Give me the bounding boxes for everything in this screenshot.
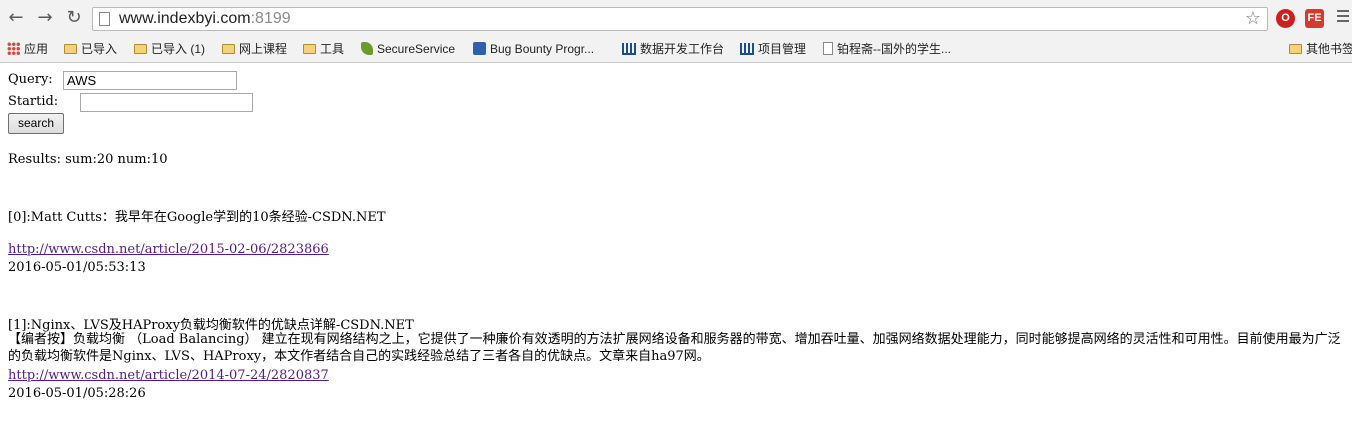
bookmark-label: 铂程斋--国外的学生...	[837, 42, 951, 56]
startid-input[interactable]	[80, 93, 253, 112]
bookmark-apps[interactable]: 应用	[7, 41, 48, 57]
results-summary: Results: sum:20 num:10	[8, 152, 168, 167]
opera-extension-icon[interactable]: O	[1276, 9, 1295, 28]
folder-icon	[64, 43, 77, 54]
bookmark-label: SecureService	[377, 42, 456, 56]
folder-icon	[303, 43, 316, 54]
result-time: 2016-05-01/05:28:26	[8, 386, 146, 401]
bookmark-bug-bounty[interactable]: Bug Bounty Progr...	[473, 41, 594, 57]
bookmark-label: 已导入	[81, 42, 118, 56]
search-button[interactable]: search	[8, 113, 64, 134]
query-label: Query:	[8, 72, 53, 87]
url-port: :8199	[250, 10, 291, 27]
bookmark-label: 数据开发工作台	[640, 42, 725, 56]
bookmark-label: 其他书签	[1306, 42, 1352, 56]
doc-icon	[823, 42, 833, 56]
bars-icon	[622, 42, 636, 55]
address-bar[interactable]: www.indexbyi.com:8199 ☆	[92, 7, 1268, 31]
browser-chrome: ← → ↻ www.indexbyi.com:8199 ☆ O FE 应用 已导…	[0, 0, 1352, 63]
back-arrow-icon[interactable]: ←	[5, 7, 27, 29]
bookmark-project-management[interactable]: 项目管理	[740, 41, 806, 57]
bookmark-label: 项目管理	[758, 42, 807, 56]
result-time: 2016-05-01/05:53:13	[8, 260, 146, 275]
bookmark-bochengzhai[interactable]: 铂程斋--国外的学生...	[823, 41, 951, 57]
leaf-icon	[361, 42, 373, 56]
bookmark-label: 应用	[24, 42, 49, 56]
bookmark-label: 网上课程	[239, 42, 288, 56]
bookmark-label: 工具	[320, 42, 345, 56]
bookmark-star-icon[interactable]: ☆	[1245, 8, 1261, 29]
result-link[interactable]: http://www.csdn.net/article/2015-02-06/2…	[8, 242, 329, 257]
menu-icon[interactable]	[1337, 10, 1349, 25]
reload-icon[interactable]: ↻	[63, 7, 85, 29]
bookmark-folder-imported-1[interactable]: 已导入 (1)	[134, 41, 205, 57]
bookmark-folder-tools[interactable]: 工具	[303, 41, 344, 57]
bookmark-label: Bug Bounty Progr...	[490, 42, 595, 56]
result-link[interactable]: http://www.csdn.net/article/2014-07-24/2…	[8, 368, 329, 383]
result-description: 【编者按】负载均衡 （Load Balancing） 建立在现有网络结构之上，它…	[8, 332, 1341, 364]
apps-grid-icon	[7, 42, 20, 56]
fe-extension-icon[interactable]: FE	[1305, 9, 1324, 28]
address-url[interactable]: www.indexbyi.com:8199	[119, 10, 291, 28]
folder-icon	[222, 43, 235, 54]
result-title: [0]:Matt Cutts：我早年在Google学到的10条经验-CSDN.N…	[8, 210, 386, 225]
bookmark-other[interactable]: 其他书签	[1289, 41, 1352, 57]
bug-icon	[473, 42, 486, 56]
bookmark-label: 已导入 (1)	[151, 42, 206, 56]
folder-icon	[1289, 43, 1302, 54]
page-icon	[99, 12, 110, 26]
url-host: www.indexbyi.com	[119, 10, 251, 27]
startid-label: Startid:	[8, 94, 59, 109]
browser-toolbar: ← → ↻ www.indexbyi.com:8199 ☆ O FE	[0, 0, 1352, 36]
bookmark-folder-online-courses[interactable]: 网上课程	[222, 41, 287, 57]
bookmark-secureservice[interactable]: SecureService	[361, 41, 455, 57]
bookmark-data-dev-workbench[interactable]: 数据开发工作台	[622, 41, 724, 57]
folder-icon	[134, 43, 147, 54]
forward-arrow-icon[interactable]: →	[34, 7, 56, 29]
bars-icon	[740, 42, 754, 55]
bookmarks-bar: 应用 已导入 已导入 (1) 网上课程 工具 SecureService Bug…	[0, 38, 1352, 60]
query-input[interactable]	[63, 71, 237, 90]
bookmark-folder-imported[interactable]: 已导入	[64, 41, 117, 57]
